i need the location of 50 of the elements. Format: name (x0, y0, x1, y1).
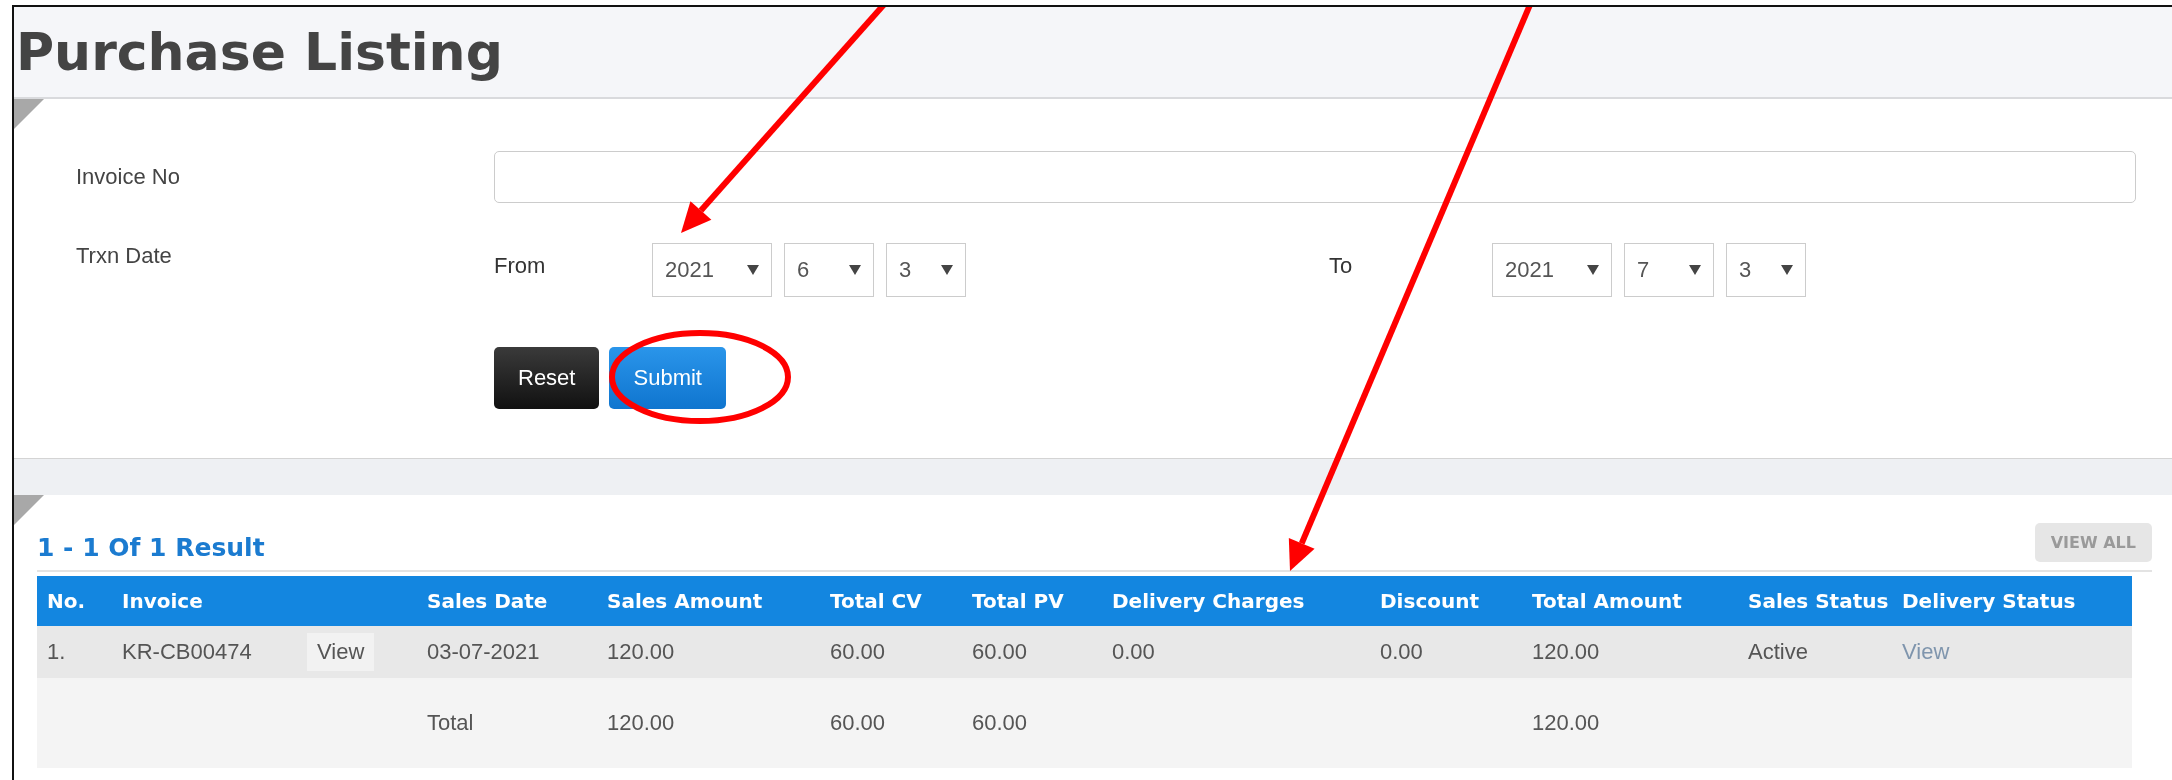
column-header: Sales Status (1738, 576, 1892, 626)
dropdown[interactable]: 2021 (652, 243, 772, 297)
column-header: Delivery Status (1892, 576, 2132, 626)
range-label: From (494, 252, 547, 279)
column-header: Invoice (112, 576, 417, 626)
table-cell: Total (427, 710, 474, 735)
dropdown[interactable]: 3 (886, 243, 966, 297)
invoice-field[interactable] (494, 151, 2136, 203)
column-header: Total CV (820, 576, 962, 626)
column-header: Total PV (962, 576, 1102, 626)
reset-button[interactable]: Reset (494, 347, 600, 409)
dropdown[interactable]: 7 (1624, 243, 1714, 297)
caret-icon (1689, 265, 1701, 275)
table-cell: 120.00 (1532, 710, 1600, 735)
table-cell: 0.00 (1112, 639, 1155, 664)
column-header: Delivery Charges (1102, 576, 1370, 626)
column-header: Sales Date (417, 576, 597, 626)
column-header: Sales Amount (597, 576, 820, 626)
table-cell: 0.00 (1380, 639, 1423, 664)
caret-icon (747, 265, 759, 275)
column-header: No. (37, 576, 112, 626)
caret-icon (1587, 265, 1599, 275)
field-label: Invoice No (76, 164, 181, 190)
table-cell: 120.00 (1532, 639, 1600, 664)
submit-button[interactable]: Submit (609, 347, 726, 409)
corner-icon (14, 99, 44, 129)
corner-icon (14, 495, 44, 525)
table-cell: 60.00 (830, 639, 886, 664)
dropdown[interactable]: 3 (1726, 243, 1806, 297)
column-header: Total Amount (1522, 576, 1738, 626)
table-cell: 1. (47, 639, 66, 664)
page-title: Purchase Listing (16, 22, 503, 82)
view-button[interactable]: View (307, 633, 375, 671)
table-cell: 60.00 (972, 710, 1028, 735)
caret-icon (849, 265, 861, 275)
caret-icon (941, 265, 953, 275)
table-cell: KR-CB00474 (122, 639, 252, 664)
table-cell: 120.00 (607, 639, 675, 664)
dropdown[interactable]: 2021 (1492, 243, 1612, 297)
table-cell: 60.00 (972, 639, 1028, 664)
table-cell: 03-07-2021 (427, 639, 540, 664)
caret-icon (1781, 265, 1793, 275)
field-label: Trxn Date (76, 243, 173, 269)
table-cell: 120.00 (607, 710, 675, 735)
table-cell: Active (1748, 639, 1808, 664)
table-cell: 60.00 (830, 710, 886, 735)
column-header: Discount (1370, 576, 1522, 626)
dropdown[interactable]: 6 (784, 243, 874, 297)
result-count: 1 - 1 Of 1 Result (37, 533, 265, 562)
range-label: To (1329, 252, 1354, 279)
